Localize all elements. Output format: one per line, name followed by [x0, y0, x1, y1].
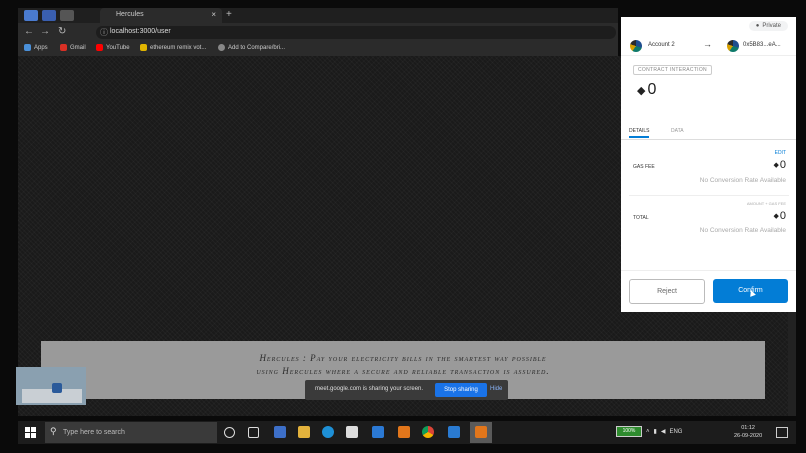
reject-button[interactable]: Reject [629, 279, 705, 304]
pinned-tab[interactable] [60, 10, 74, 21]
arrow-right-icon: → [703, 39, 712, 49]
bookmarks-bar: Apps Gmail YouTube ethereum remix vot...… [18, 42, 618, 56]
address-bar-row: ← → ↻ ⓘ localhost:3000/user [18, 23, 618, 42]
contract-interaction-badge: CONTRACT INTERACTION [633, 65, 712, 75]
mail-icon[interactable] [346, 426, 358, 438]
cortana-icon[interactable] [224, 427, 235, 438]
metamask-icon[interactable] [475, 426, 487, 438]
gas-fee-value: ◆ 0 [773, 159, 786, 171]
network-selector[interactable]: ● Private [748, 21, 788, 31]
eth-icon: ◆ [773, 213, 779, 220]
notification-icon[interactable] [776, 427, 788, 438]
stop-sharing-button[interactable]: Stop sharing [435, 383, 487, 397]
eth-icon: ◆ [773, 162, 779, 169]
taskbar-clock[interactable]: 01:12 26-09-2020 [734, 424, 762, 440]
avatar [727, 40, 739, 52]
webcam-preview [16, 367, 86, 405]
forward-icon[interactable]: → [40, 26, 50, 37]
windows-start-icon[interactable] [25, 427, 36, 438]
search-icon: ⚲ [50, 426, 57, 436]
windows-taskbar: ⚲ Type here to search 100% ˄ ▮ ◀ ENG 01:… [18, 421, 796, 444]
pinned-tab[interactable] [42, 10, 56, 21]
divider [629, 195, 789, 196]
app-icon[interactable] [372, 426, 384, 438]
bookmark-icon [140, 44, 147, 51]
youtube-icon [96, 44, 103, 51]
bookmark-gmail[interactable]: Gmail [60, 44, 86, 51]
reload-icon[interactable]: ↻ [58, 26, 66, 37]
chrome-icon[interactable] [422, 426, 434, 438]
network-icon[interactable]: ▮ [654, 428, 657, 435]
to-account[interactable]: 0x5B83...eA... [743, 42, 781, 48]
bookmark-remix[interactable]: ethereum remix vot... [140, 44, 206, 51]
gmail-icon [60, 44, 67, 51]
new-tab-button[interactable]: + [226, 9, 232, 20]
hide-link[interactable]: Hide [490, 386, 502, 392]
browser-tab-strip: Hercules × + [18, 8, 618, 23]
tab-hercules[interactable]: Hercules × [100, 8, 222, 23]
chevron-up-icon[interactable]: ˄ [646, 429, 650, 435]
avatar [630, 40, 642, 52]
network-icon: ● [755, 23, 760, 29]
metamask-popup: ● Private Account 2 → 0x5B83...eA... CON… [621, 17, 796, 312]
amount-gas-label: AMOUNT + GAS FEE [746, 201, 786, 206]
bookmark-compare[interactable]: Add to Compare/bri... [218, 44, 285, 51]
metamask-icon[interactable] [398, 426, 410, 438]
edit-gas-link[interactable]: EDIT [775, 150, 786, 156]
share-message: meet.google.com is sharing your screen. [315, 386, 424, 392]
gas-conversion-note: No Conversion Rate Available [699, 177, 786, 184]
screen-share-bar: meet.google.com is sharing your screen. … [305, 380, 508, 400]
pinned-tab[interactable] [24, 10, 38, 21]
confirm-button[interactable]: Confirm [713, 279, 788, 303]
volume-icon[interactable]: ◀ [661, 428, 666, 435]
app-icon[interactable] [274, 426, 286, 438]
battery-indicator[interactable]: 100% [616, 426, 642, 437]
url-input[interactable]: ⓘ localhost:3000/user [96, 26, 616, 39]
file-explorer-icon[interactable] [298, 426, 310, 438]
eth-icon: ◆ [637, 84, 646, 97]
bookmark-youtube[interactable]: YouTube [96, 44, 130, 51]
globe-icon [218, 44, 225, 51]
tab-details[interactable]: DETAILS [629, 128, 650, 138]
total-conversion-note: No Conversion Rate Available [699, 227, 786, 234]
transaction-amount: ◆ 0 [637, 81, 657, 98]
apps-icon [24, 44, 31, 51]
search-placeholder: Type here to search [63, 429, 125, 436]
total-value: ◆ 0 [773, 210, 786, 222]
close-icon[interactable]: × [211, 10, 216, 19]
tab-title: Hercules [116, 11, 144, 18]
from-account[interactable]: Account 2 [648, 42, 675, 48]
taskbar-search-input[interactable]: ⚲ Type here to search [45, 422, 217, 443]
vscode-icon[interactable] [448, 426, 460, 438]
tab-data[interactable]: DATA [671, 128, 684, 134]
action-buttons: Reject Confirm [621, 270, 796, 313]
system-tray: 100% ˄ ▮ ◀ ENG [616, 426, 682, 437]
details-tabs: DETAILS DATA [621, 125, 796, 140]
account-row: Account 2 → 0x5B83...eA... [621, 37, 796, 56]
edge-icon[interactable] [322, 426, 334, 438]
task-view-icon[interactable] [248, 427, 259, 438]
bookmark-apps[interactable]: Apps [24, 44, 48, 51]
info-icon[interactable]: ⓘ [100, 27, 108, 38]
footer-line: using Hercules where a secure and reliab… [256, 366, 550, 376]
url-text: localhost:3000/user [110, 28, 171, 35]
footer-line: Hercules : Pay your electricity bills in… [259, 353, 547, 363]
back-icon[interactable]: ← [24, 26, 34, 37]
gas-fee-label: GAS FEE [633, 164, 655, 170]
total-label: TOTAL [633, 215, 649, 221]
language-indicator[interactable]: ENG [669, 429, 682, 435]
